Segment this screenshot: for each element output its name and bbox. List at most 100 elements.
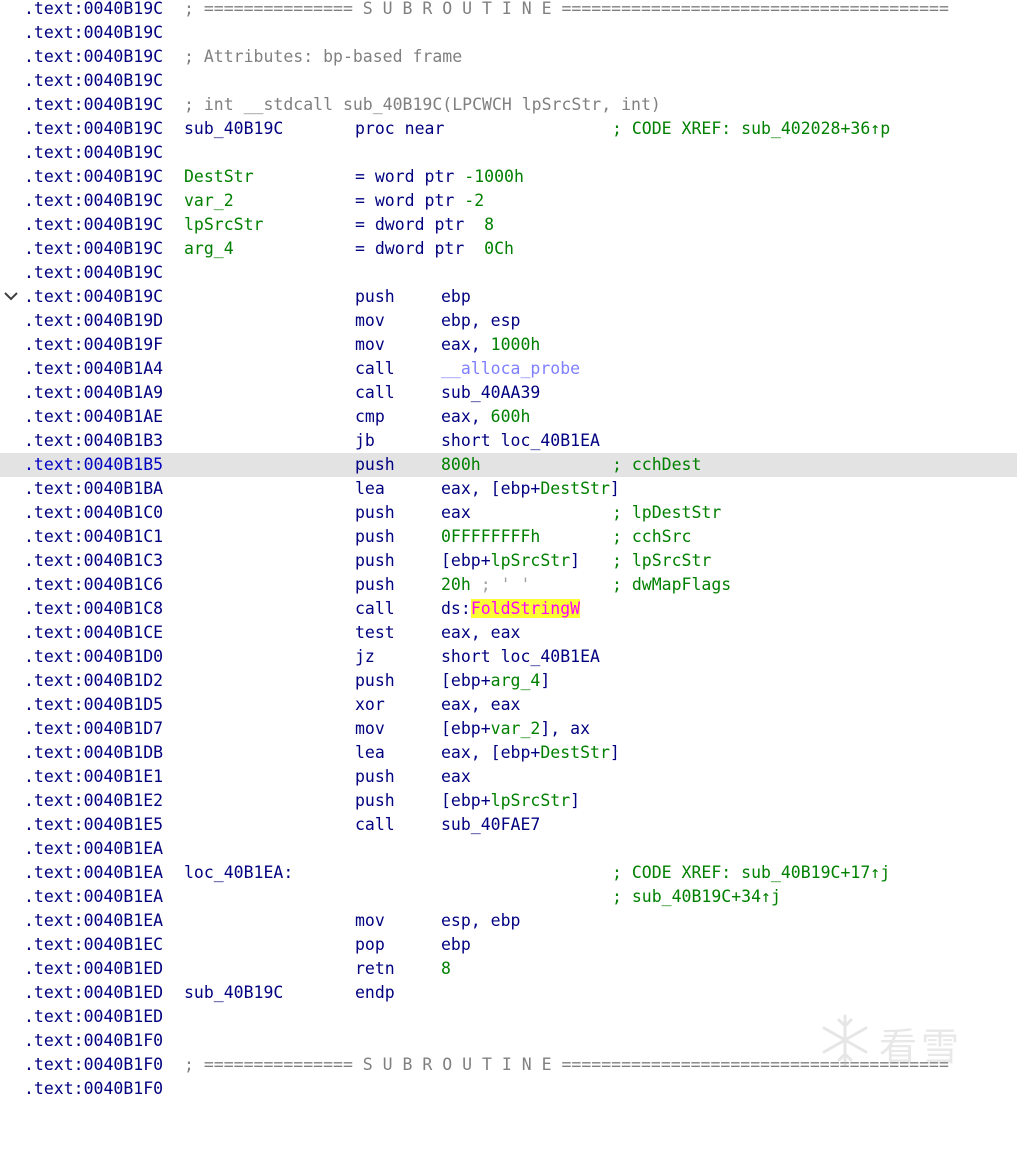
listing-line[interactable]: .text:0040B19C <box>0 21 1017 45</box>
line-address: .text:0040B1D5 <box>24 695 164 714</box>
listing-line[interactable]: .text:0040B1F0 <box>0 1077 1017 1101</box>
listing-line[interactable]: .text:0040B19C var_2 = word ptr -2 <box>0 189 1017 213</box>
listing-line[interactable]: .text:0040B1D0 jz short loc_40B1EA <box>0 645 1017 669</box>
stack-var-name[interactable]: DestStr <box>184 165 254 189</box>
instruction-operand[interactable]: eax, [ebp+DestStr] <box>441 741 620 765</box>
instruction-mnemonic: push <box>355 455 395 474</box>
line-address: .text:0040B19C <box>24 191 164 210</box>
instruction-operand[interactable]: eax <box>441 501 471 525</box>
instruction-operand[interactable]: eax, eax <box>441 621 520 645</box>
listing-line[interactable]: .text:0040B1C1 push 0FFFFFFFFh ; cchSrc <box>0 525 1017 549</box>
listing-line[interactable]: .text:0040B1D7 mov [ebp+var_2], ax <box>0 717 1017 741</box>
instruction-operand[interactable]: eax, [ebp+DestStr] <box>441 477 620 501</box>
stack-var-ref[interactable]: DestStr <box>540 743 610 762</box>
listing-line[interactable]: .text:0040B19C <box>0 261 1017 285</box>
instruction-operand[interactable]: [ebp+arg_4] <box>441 669 550 693</box>
listing-line[interactable]: .text:0040B1C0 push eax ; lpDestStr <box>0 501 1017 525</box>
listing-line[interactable]: .text:0040B1EA loc_40B1EA: ; CODE XREF: … <box>0 861 1017 885</box>
listing-line[interactable]: .text:0040B1EA <box>0 837 1017 861</box>
code-label[interactable]: loc_40B1EA: <box>184 861 293 885</box>
listing-line[interactable]: .text:0040B1EA ; sub_40B19C+34↑j <box>0 885 1017 909</box>
listing-line[interactable]: .text:0040B1E5 call sub_40FAE7 <box>0 813 1017 837</box>
listing-line[interactable]: .text:0040B1C3 push [ebp+lpSrcStr] ; lpS… <box>0 549 1017 573</box>
listing-line[interactable]: .text:0040B1CE test eax, eax <box>0 621 1017 645</box>
jump-target[interactable]: short loc_40B1EA <box>441 645 600 669</box>
listing-line[interactable]: .text:0040B19C <box>0 69 1017 93</box>
listing-line[interactable]: .text:0040B1B3 jb short loc_40B1EA <box>0 429 1017 453</box>
listing-line[interactable]: .text:0040B1A9 call sub_40AA39 <box>0 381 1017 405</box>
instruction-operand[interactable]: esp, ebp <box>441 909 520 933</box>
listing-line[interactable]: .text:0040B19C ; =============== S U B R… <box>0 0 1017 21</box>
operand-prefix: eax, [ebp+ <box>441 479 541 498</box>
function-name[interactable]: sub_40B19C <box>184 117 283 141</box>
listing-line[interactable]: .text:0040B19F mov eax, 1000h <box>0 333 1017 357</box>
instruction-operand[interactable]: ebp <box>441 933 471 957</box>
instruction-mnemonic: push <box>355 527 395 546</box>
listing-line[interactable]: .text:0040B1E2 push [ebp+lpSrcStr] <box>0 789 1017 813</box>
instruction-operand[interactable]: eax, 1000h <box>441 333 540 357</box>
function-ref[interactable]: sub_40FAE7 <box>441 813 540 837</box>
listing-line[interactable]: .text:0040B19C ; Attributes: bp-based fr… <box>0 45 1017 69</box>
listing-line[interactable]: .text:0040B19D mov ebp, esp <box>0 309 1017 333</box>
instruction-operand[interactable]: [ebp+var_2], ax <box>441 717 590 741</box>
stack-var-ref[interactable]: lpSrcStr <box>491 791 570 810</box>
current-line[interactable]: .text:0040B1B5 push 800h ; cchDest <box>0 453 1017 477</box>
listing-line[interactable]: .text:0040B19C DestStr = word ptr -1000h <box>0 165 1017 189</box>
xref-comment[interactable]: ; CODE XREF: sub_402028+36↑p <box>612 117 890 141</box>
listing-line[interactable]: .text:0040B19C sub_40B19C proc near ; CO… <box>0 117 1017 141</box>
stack-var-ref[interactable]: lpSrcStr <box>491 551 570 570</box>
listing-line[interactable]: .text:0040B1EA mov esp, ebp <box>0 909 1017 933</box>
listing-line[interactable]: .text:0040B19C ; int __stdcall sub_40B19… <box>0 93 1017 117</box>
stack-var-ref[interactable]: var_2 <box>491 719 541 738</box>
operand-immediate[interactable]: 0FFFFFFFFh <box>441 525 540 549</box>
operand-immediate[interactable]: 8 <box>441 957 451 981</box>
instruction-operand[interactable]: [ebp+lpSrcStr] <box>441 549 580 573</box>
listing-line[interactable]: .text:0040B1EC pop ebp <box>0 933 1017 957</box>
xref-comment[interactable]: ; CODE XREF: sub_40B19C+17↑j <box>612 861 890 885</box>
listing-line[interactable]: .text:0040B1D2 push [ebp+arg_4] <box>0 669 1017 693</box>
instruction-operand[interactable]: ebp <box>441 285 471 309</box>
stack-var-name[interactable]: arg_4 <box>184 237 234 261</box>
function-ref[interactable]: sub_40AA39 <box>441 381 540 405</box>
listing-line[interactable]: .text:0040B1ED retn 8 <box>0 957 1017 981</box>
listing-line[interactable]: .text:0040B19C arg_4 = dword ptr 0Ch <box>0 237 1017 261</box>
stack-var-name[interactable]: lpSrcStr <box>184 213 263 237</box>
operand-immediate[interactable]: 800h <box>441 453 481 477</box>
instruction-mnemonic: jz <box>355 647 375 666</box>
stack-var-ref[interactable]: DestStr <box>540 479 610 498</box>
instruction-operand[interactable]: eax, 600h <box>441 405 530 429</box>
listing-line[interactable]: .text:0040B19C <box>0 141 1017 165</box>
line-address: .text:0040B1D2 <box>24 671 164 690</box>
chevron-down-icon[interactable] <box>3 287 19 305</box>
listing-line[interactable]: .text:0040B1A4 call __alloca_probe <box>0 357 1017 381</box>
param-comment: ; dwMapFlags <box>612 575 732 594</box>
listing-line[interactable]: .text:0040B1BA lea eax, [ebp+DestStr] <box>0 477 1017 501</box>
listing-line[interactable]: .text:0040B1E1 push eax <box>0 765 1017 789</box>
instruction-operand[interactable]: 20h ; ' ' <box>441 573 530 597</box>
listing-line[interactable]: .text:0040B1C8 call ds:FoldStringW <box>0 597 1017 621</box>
stack-var-name[interactable]: var_2 <box>184 189 234 213</box>
instruction-operand[interactable]: eax <box>441 765 471 789</box>
line-address: .text:0040B1D7 <box>24 719 164 738</box>
listing-line[interactable]: .text:0040B1DB lea eax, [ebp+DestStr] <box>0 741 1017 765</box>
listing-line[interactable]: .text:0040B19C lpSrcStr = dword ptr 8 <box>0 213 1017 237</box>
instruction-operand[interactable]: ds:FoldStringW <box>441 597 581 621</box>
library-function-ref[interactable]: __alloca_probe <box>441 357 580 381</box>
listing-line[interactable]: .text:0040B19C push ebp <box>0 285 1017 309</box>
stack-var-offset: -2 <box>464 191 485 210</box>
listing-line[interactable]: .text:0040B1D5 xor eax, eax <box>0 693 1017 717</box>
listing-line[interactable]: .text:0040B1AE cmp eax, 600h <box>0 405 1017 429</box>
instruction-operand[interactable]: ebp, esp <box>441 309 520 333</box>
disassembly-listing[interactable]: .text:0040B19C ; =============== S U B R… <box>0 0 1017 1101</box>
xref-comment[interactable]: ; sub_40B19C+34↑j <box>612 885 781 909</box>
listing-line[interactable]: .text:0040B1ED sub_40B19C endp <box>0 981 1017 1005</box>
instruction-operand[interactable]: [ebp+lpSrcStr] <box>441 789 580 813</box>
jump-target[interactable]: short loc_40B1EA <box>441 429 600 453</box>
instruction-operand[interactable]: eax, eax <box>441 693 520 717</box>
line-address: .text:0040B1C8 <box>24 599 164 618</box>
function-name[interactable]: sub_40B19C <box>184 981 283 1005</box>
import-function-ref[interactable]: FoldStringW <box>470 599 581 618</box>
stack-var-ref[interactable]: arg_4 <box>491 671 541 690</box>
line-address: .text:0040B19C <box>24 287 164 306</box>
listing-line[interactable]: .text:0040B1C6 push 20h ; ' ' ; dwMapFla… <box>0 573 1017 597</box>
